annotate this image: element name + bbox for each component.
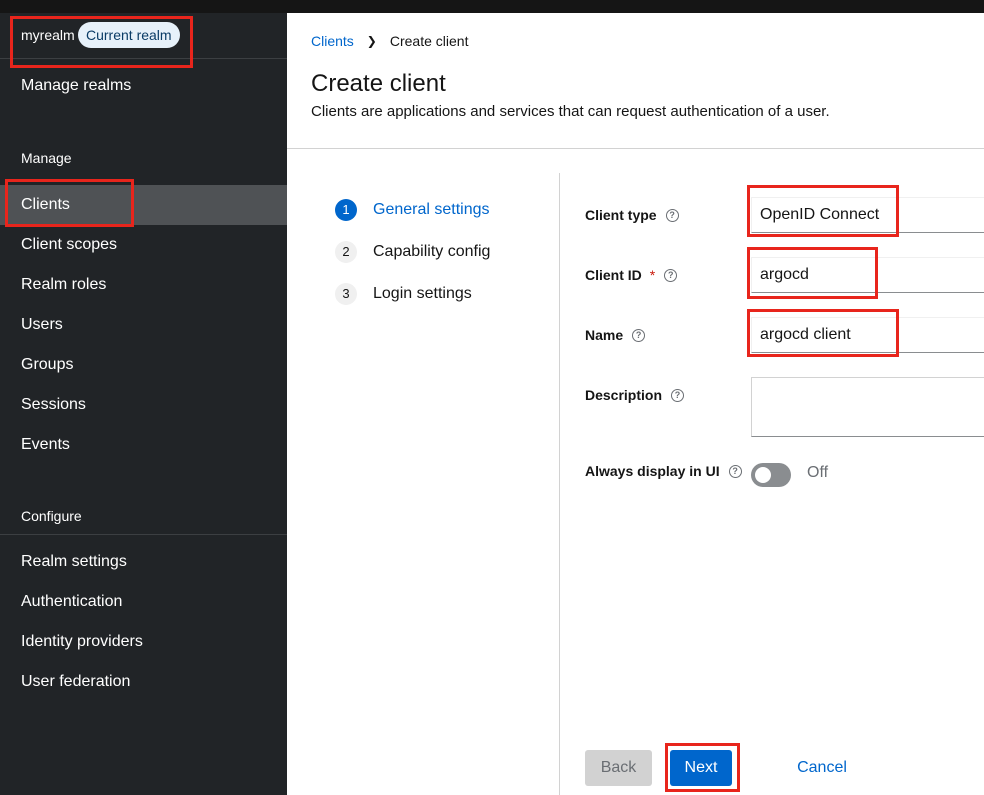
sidebar-item-groups[interactable]: Groups — [0, 345, 287, 385]
help-icon[interactable]: ? — [632, 328, 646, 342]
step-number: 2 — [335, 241, 357, 263]
always-display-label: Always display in UI ? — [585, 463, 742, 479]
sidebar-section-configure: Configure — [21, 508, 82, 524]
sidebar-item-identity-providers[interactable]: Identity providers — [0, 622, 287, 662]
name-label: Name ? — [585, 327, 646, 343]
breadcrumb: Clients ❯ Create client — [311, 33, 468, 49]
always-display-toggle[interactable] — [751, 463, 791, 487]
sidebar-item-authentication[interactable]: Authentication — [0, 582, 287, 622]
sidebar-item-user-federation[interactable]: User federation — [0, 662, 287, 702]
required-asterisk: * — [649, 267, 656, 283]
toggle-state-label: Off — [807, 464, 829, 481]
client-type-select[interactable]: OpenID Connect — [751, 197, 984, 233]
sidebar-divider — [0, 534, 287, 535]
sidebar-item-sessions[interactable]: Sessions — [0, 385, 287, 425]
step-label: Login settings — [373, 285, 472, 302]
header-divider — [287, 148, 984, 149]
wizard-step-general-settings[interactable]: 1 General settings — [335, 199, 490, 221]
sidebar-item-realm-settings[interactable]: Realm settings — [0, 542, 287, 582]
realm-name: myrealm — [21, 27, 75, 43]
help-icon[interactable]: ? — [671, 388, 685, 402]
step-label: General settings — [373, 201, 490, 218]
breadcrumb-current: Create client — [389, 33, 469, 49]
sidebar-item-clients[interactable]: Clients — [0, 185, 287, 225]
sidebar-item-users[interactable]: Users — [0, 305, 287, 345]
sidebar-item-manage-realms[interactable]: Manage realms — [0, 66, 287, 106]
client-id-label: Client ID * ? — [585, 267, 678, 283]
help-icon[interactable]: ? — [664, 268, 678, 282]
step-label: Capability config — [373, 243, 491, 260]
next-button[interactable]: Next — [670, 750, 732, 786]
name-input[interactable] — [751, 317, 984, 353]
description-label-text: Description — [585, 387, 663, 403]
page-title: Create client — [311, 70, 446, 97]
wizard-step-login-settings[interactable]: 3 Login settings — [335, 283, 472, 305]
realm-selector[interactable]: myrealm Current realm — [0, 13, 287, 59]
wizard-step-capability-config[interactable]: 2 Capability config — [335, 241, 490, 263]
toggle-knob — [755, 467, 771, 483]
wizard-divider — [559, 173, 560, 795]
chevron-right-icon: ❯ — [366, 34, 377, 48]
sidebar-item-realm-roles[interactable]: Realm roles — [0, 265, 287, 305]
description-label: Description ? — [585, 387, 685, 403]
client-type-label: Client type ? — [585, 207, 679, 223]
cancel-button[interactable]: Cancel — [784, 750, 860, 786]
name-label-text: Name — [585, 327, 624, 343]
sidebar-item-client-scopes[interactable]: Client scopes — [0, 225, 287, 265]
help-icon[interactable]: ? — [728, 464, 742, 478]
sidebar-section-manage: Manage — [21, 150, 72, 166]
sidebar-item-events[interactable]: Events — [0, 425, 287, 465]
page-description: Clients are applications and services th… — [311, 103, 830, 120]
current-realm-badge: Current realm — [78, 22, 180, 48]
client-type-label-text: Client type — [585, 207, 657, 223]
main-content: Clients ❯ Create client Create client Cl… — [287, 13, 984, 795]
always-display-label-text: Always display in UI — [585, 463, 720, 479]
client-id-input[interactable] — [751, 257, 984, 293]
back-button[interactable]: Back — [585, 750, 652, 786]
sidebar: myrealm Current realm Manage realms Mana… — [0, 13, 287, 795]
step-number: 1 — [335, 199, 357, 221]
client-id-label-text: Client ID — [585, 267, 642, 283]
breadcrumb-clients-link[interactable]: Clients — [311, 33, 354, 49]
help-icon[interactable]: ? — [665, 208, 679, 222]
description-textarea[interactable] — [751, 377, 984, 437]
top-bar — [0, 0, 984, 13]
step-number: 3 — [335, 283, 357, 305]
